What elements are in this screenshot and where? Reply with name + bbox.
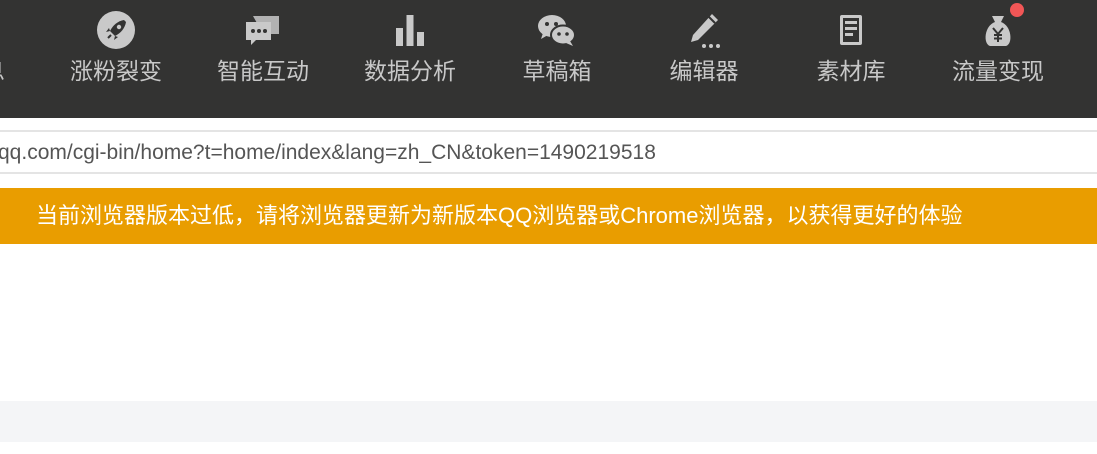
toolbar-item-label: 编辑器 [669, 59, 739, 85]
toolbar-item-drafts[interactable]: 草稿箱 [497, 0, 617, 118]
url-bar[interactable]: qq.com/cgi-bin/home?t=home/index&lang=zh… [0, 130, 1097, 174]
toolbar-item-data-analysis[interactable]: 数据分析 [350, 0, 470, 118]
toolbar-item-editor[interactable]: 编辑器 [644, 0, 764, 118]
toolbar-item-fans-growth[interactable]: 涨粉裂变 [56, 0, 176, 118]
banner-message: 当前浏览器版本过低，请将浏览器更新为新版本QQ浏览器或Chrome浏览器，以获得… [36, 203, 963, 228]
toolbar-item-monetization[interactable]: 流量变现 [938, 0, 1058, 118]
bar-chart-icon [396, 15, 424, 46]
toolbar-item-label: 息 [0, 56, 26, 88]
content-footer-strip [0, 401, 1097, 442]
url-text: qq.com/cgi-bin/home?t=home/index&lang=zh… [0, 141, 656, 164]
top-toolbar: 息 涨粉裂变 智能互动 数据分析 [0, 0, 1097, 118]
notification-dot [1010, 3, 1024, 17]
toolbar-item-label: 草稿箱 [522, 59, 592, 85]
toolbar-item-label: 流量变现 [952, 59, 1044, 85]
toolbar-item-material-library[interactable]: 素材库 [791, 0, 911, 118]
toolbar-item-label: 数据分析 [364, 59, 456, 85]
toolbar-item-label: 涨粉裂变 [70, 59, 162, 85]
toolbar-item-partial[interactable]: 息 [0, 0, 26, 118]
wechat-icon [538, 15, 576, 46]
toolbar-item-label: 素材库 [816, 59, 886, 85]
pencil-icon [691, 14, 720, 48]
book-icon [840, 15, 862, 45]
browser-warning-banner: 当前浏览器版本过低，请将浏览器更新为新版本QQ浏览器或Chrome浏览器，以获得… [0, 188, 1097, 244]
toolbar-item-smart-interaction[interactable]: 智能互动 [203, 0, 323, 118]
chat-bubbles-icon [246, 16, 279, 45]
rocket-icon [97, 11, 135, 49]
toolbar-item-label: 智能互动 [217, 59, 309, 85]
